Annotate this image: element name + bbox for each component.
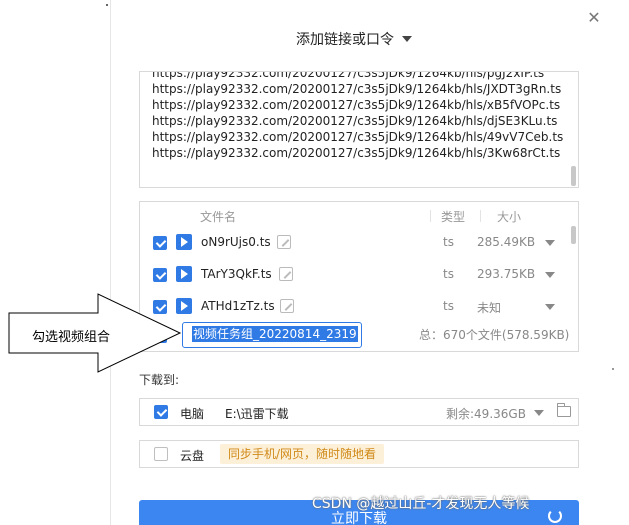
edit-icon[interactable] xyxy=(277,235,291,249)
group-name-input[interactable]: 视频任务组_20220814_2319 xyxy=(182,322,362,348)
column-divider xyxy=(430,210,431,222)
file-summary: 总：670个文件(578.59KB) xyxy=(419,328,570,342)
url-line: https://play92332.com/20200127/c3s5jDk9/… xyxy=(152,82,562,96)
video-play-icon xyxy=(176,266,192,282)
watermark: CSDN @越过山丘-才发现无人等候 xyxy=(312,496,530,512)
file-type: ts xyxy=(443,299,454,313)
file-name: ATHd1zTz.ts xyxy=(201,299,275,313)
column-header-name[interactable]: 文件名 xyxy=(200,208,236,225)
cloud-label: 云盘 xyxy=(180,449,205,463)
dialog-title: 添加链接或口令 xyxy=(296,32,394,48)
chevron-down-icon[interactable] xyxy=(534,410,544,416)
file-type: ts xyxy=(443,235,454,249)
annotation-text: 勾选视频组合 xyxy=(32,330,111,345)
cloud-location-row: 云盘 同步手机/网页，随时随地看 xyxy=(139,440,579,468)
chevron-down-icon[interactable] xyxy=(545,240,555,246)
url-lines: https://play92332.com/20200127/c3s5jDk9/… xyxy=(152,71,564,161)
file-list: 文件名 类型 大小 oN9rUjs0.ts ts 285.49KB TArY3Q… xyxy=(139,201,579,352)
decorative-dot xyxy=(612,368,614,370)
file-checkbox[interactable] xyxy=(153,236,167,250)
url-line: https://play92332.com/20200127/c3s5jDk9/… xyxy=(152,98,561,112)
file-name: TArY3QkF.ts xyxy=(201,267,272,281)
chevron-down-icon[interactable] xyxy=(545,304,555,310)
file-size: 285.49KB xyxy=(477,235,536,249)
group-name-selected-text: 视频任务组_20220814_2319 xyxy=(192,326,358,342)
pc-checkbox[interactable] xyxy=(154,405,168,419)
file-row: TArY3QkF.ts ts 293.75KB xyxy=(140,264,578,286)
url-line: https://play92332.com/20200127/c3s5jDk9/… xyxy=(152,114,558,128)
background-area xyxy=(0,0,110,525)
file-row: oN9rUjs0.ts ts 285.49KB xyxy=(140,232,578,254)
file-list-header: 文件名 类型 大小 xyxy=(140,208,578,224)
caret-down-icon xyxy=(402,36,412,42)
download-path[interactable]: E:\迅雷下载 xyxy=(225,405,289,422)
chevron-down-icon[interactable] xyxy=(545,272,555,278)
file-checkbox[interactable] xyxy=(153,268,167,282)
dialog-title-dropdown[interactable]: 添加链接或口令 xyxy=(296,29,412,49)
url-scrollbar[interactable] xyxy=(571,166,576,186)
file-size: 未知 xyxy=(477,301,502,315)
url-line-partial: https://play92332.com/20200127/c3s5jDk9/… xyxy=(152,71,545,80)
cloud-checkbox[interactable] xyxy=(154,447,168,461)
annotation-callout: 勾选视频组合 xyxy=(8,293,188,373)
file-size: 293.75KB xyxy=(477,267,536,281)
url-input-area[interactable]: https://play92332.com/20200127/c3s5jDk9/… xyxy=(139,71,579,188)
free-space: 剩余:49.36GB xyxy=(446,407,526,421)
file-row: ATHd1zTz.ts ts 未知 xyxy=(140,296,578,318)
file-name: oN9rUjs0.ts xyxy=(201,235,271,249)
video-play-icon xyxy=(176,234,192,250)
pc-label: 电脑 xyxy=(180,407,205,421)
folder-icon[interactable] xyxy=(557,403,571,417)
url-line: https://play92332.com/20200127/c3s5jDk9/… xyxy=(152,130,564,144)
download-now-label: 立即下载 xyxy=(331,511,387,525)
url-line: https://play92332.com/20200127/c3s5jDk9/… xyxy=(152,146,561,160)
column-header-type[interactable]: 类型 xyxy=(441,208,465,225)
edit-icon[interactable] xyxy=(279,267,293,281)
column-header-size[interactable]: 大小 xyxy=(497,208,521,225)
download-to-label: 下载到: xyxy=(139,373,180,387)
pc-location-row: 电脑 E:\迅雷下载 剩余:49.36GB xyxy=(139,398,579,426)
cloud-sync-tip: 同步手机/网页，随时随地看 xyxy=(220,444,385,464)
file-type: ts xyxy=(443,267,454,281)
decorative-dot xyxy=(106,4,108,6)
refresh-icon[interactable] xyxy=(548,509,562,523)
edit-icon[interactable] xyxy=(280,299,294,313)
close-icon[interactable]: ✕ xyxy=(585,9,603,27)
column-divider xyxy=(480,210,481,222)
